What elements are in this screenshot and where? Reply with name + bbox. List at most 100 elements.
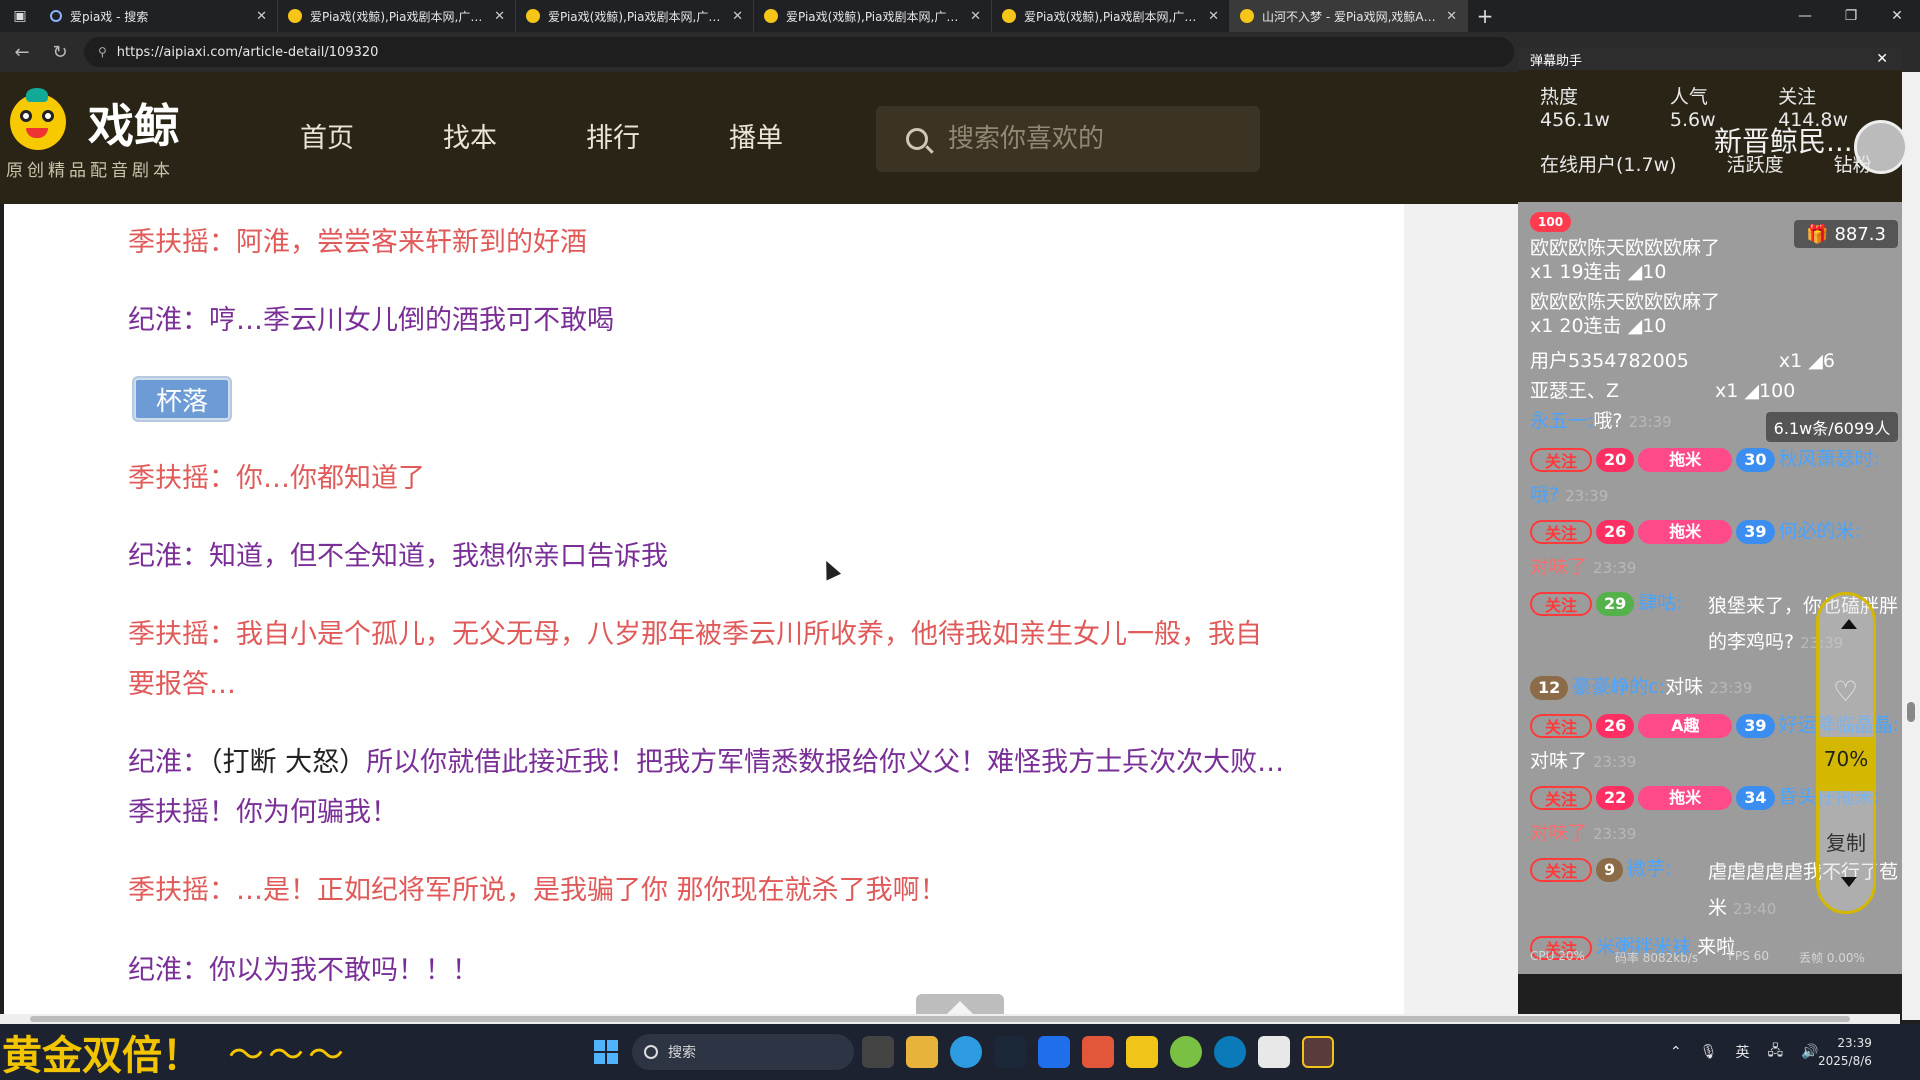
mascot-icon bbox=[764, 9, 778, 23]
diamond-fans-tab[interactable]: 钻粉 bbox=[1834, 150, 1872, 177]
gift-message: 欧欧欧陈天欧欧欧麻了 x1 19连击 ◢10 bbox=[1530, 237, 1721, 283]
opacity-percent: 70% bbox=[1823, 747, 1869, 771]
taskbar-apps bbox=[862, 1036, 1334, 1068]
edge-browser-icon[interactable] bbox=[950, 1036, 982, 1068]
ime-indicator[interactable]: 英 bbox=[1736, 1042, 1750, 1062]
script-line: 纪淮：哼…季云川女儿倒的酒我可不敢喝 bbox=[128, 305, 614, 336]
scroll-down-icon[interactable] bbox=[1841, 877, 1857, 887]
sound-effect-tag[interactable]: 杯落 bbox=[134, 378, 230, 420]
danmaku-feed: 100 欧欧欧陈天欧欧欧麻了 x1 19连击 ◢10 🎁 887.3 欧欧欧陈天欧欧… bbox=[1518, 202, 1902, 974]
nav-ranking[interactable]: 排行 bbox=[586, 116, 729, 155]
close-tab-icon[interactable]: ✕ bbox=[1208, 9, 1219, 24]
system-clock[interactable]: 23:39 2025/8/6 bbox=[1818, 1034, 1872, 1070]
mascot-icon bbox=[288, 9, 302, 23]
volume-icon[interactable]: 🔊 bbox=[1801, 1044, 1818, 1060]
app-icon[interactable] bbox=[1082, 1036, 1114, 1068]
hot-stat: 热度 456.1w bbox=[1540, 86, 1610, 131]
nav-find-script[interactable]: 找本 bbox=[443, 116, 586, 155]
new-tab-button[interactable]: + bbox=[1468, 0, 1502, 32]
danmaku-panel: 弹幕助手 ✕ 热度 456.1w 人气 5.6w 关注 414.8w 新晋鲸民.… bbox=[1518, 48, 1908, 974]
app-icon[interactable] bbox=[1214, 1036, 1246, 1068]
task-view-icon[interactable] bbox=[862, 1036, 894, 1068]
minimize-icon[interactable]: — bbox=[1782, 0, 1828, 32]
heart-icon[interactable]: ♡ bbox=[1833, 675, 1858, 708]
url-text: https://aipiaxi.com/article-detail/10932… bbox=[116, 44, 379, 60]
mascot-icon[interactable] bbox=[1126, 1036, 1158, 1068]
logo-subtitle: 原创精品配音剧本 bbox=[6, 161, 174, 181]
site-header: 戏鲸 原创精品配音剧本 首页 找本 排行 播单 bbox=[0, 72, 1518, 204]
bean-icon: ◢ bbox=[1627, 315, 1643, 337]
browser-tab-title: 爱pia戏 - 搜索 bbox=[70, 9, 149, 24]
back-icon[interactable]: ← bbox=[8, 42, 36, 63]
restore-icon[interactable]: ❐ bbox=[1828, 0, 1874, 32]
close-tab-icon[interactable]: ✕ bbox=[494, 9, 505, 24]
danmaku-scroll-control[interactable]: ♡ 70% 复制 bbox=[1816, 592, 1876, 914]
online-users[interactable]: 在线用户(1.7w) bbox=[1540, 150, 1677, 177]
search-icon[interactable] bbox=[906, 128, 928, 150]
browser-tab-title: 爱Pia戏(戏鲸),Pia戏剧本网,广播剧 bbox=[786, 9, 963, 24]
nav-playlist[interactable]: 播单 bbox=[729, 116, 872, 155]
site-search bbox=[876, 106, 1260, 172]
url-field[interactable]: ⚲ https://aipiaxi.com/article-detail/109… bbox=[84, 37, 1514, 67]
app-icon[interactable] bbox=[1038, 1036, 1070, 1068]
activity-tab[interactable]: 活跃度 bbox=[1727, 150, 1784, 177]
browser-tab[interactable]: 爱Pia戏(戏鲸),Pia戏剧本网,广播剧 ✕ bbox=[992, 0, 1230, 32]
main-nav: 首页 找本 排行 播单 bbox=[300, 116, 872, 155]
obs-icon[interactable] bbox=[1302, 1036, 1334, 1068]
mascot-logo-icon bbox=[6, 88, 76, 158]
scrollbar-thumb[interactable] bbox=[1907, 702, 1915, 722]
window-controls: — ❐ ✕ bbox=[1782, 0, 1920, 32]
close-tab-icon[interactable]: ✕ bbox=[1446, 9, 1457, 24]
copy-button[interactable]: 复制 bbox=[1819, 827, 1873, 856]
chat-message: 对味了 23:39 bbox=[1530, 556, 1637, 578]
stage-direction: （打断 大怒） bbox=[209, 747, 367, 778]
search-input[interactable] bbox=[948, 124, 1228, 154]
taskbar-search[interactable]: 搜索 bbox=[632, 1034, 854, 1070]
close-window-icon[interactable]: ✕ bbox=[1874, 0, 1920, 32]
browser-tab-title: 爱Pia戏(戏鲸),Pia戏剧本网,广播剧 bbox=[310, 9, 487, 24]
gift-icon: 🎁 bbox=[1806, 223, 1829, 245]
script-line: 纪淮：知道，但不全知道，我想你亲口告诉我 bbox=[128, 541, 668, 572]
bean-icon: ◢ bbox=[1808, 350, 1823, 372]
chat-message: 关注 26 拖米 39 何必的米: bbox=[1530, 516, 1861, 544]
close-tab-icon[interactable]: ✕ bbox=[732, 9, 743, 24]
browser-tab[interactable]: 爱Pia戏(戏鲸),Pia戏剧本网,广播剧 ✕ bbox=[754, 0, 992, 32]
gift-total[interactable]: 🎁 887.3 bbox=[1794, 220, 1898, 248]
site-logo[interactable]: 戏鲸 bbox=[6, 88, 180, 158]
file-explorer-icon[interactable] bbox=[906, 1036, 938, 1068]
search-icon bbox=[50, 10, 62, 22]
search-icon bbox=[644, 1045, 658, 1059]
taskbar: 黄金双倍！ ～～～ 搜索 ⌃ 🎙 英 🖧 🔊 23:39 2025/8/6 bbox=[0, 1024, 1920, 1080]
browser-tab[interactable]: 爱pia戏 - 搜索 ✕ bbox=[40, 0, 278, 32]
script-line: 季扶摇：我自小是个孤儿，无父无母，八岁那年被季云川所收养，他待我如亲生女儿一般，… bbox=[128, 619, 1262, 700]
app-icon[interactable] bbox=[1170, 1036, 1202, 1068]
script-line: 纪淮：（打断 大怒）所以你就借此接近我！把我方军情悉数报给你义父！难怪我方士兵次… bbox=[128, 747, 1285, 828]
horizontal-scrollbar[interactable] bbox=[0, 1014, 1900, 1024]
browser-tab-title: 爱Pia戏(戏鲸),Pia戏剧本网,广播剧 bbox=[548, 9, 725, 24]
network-icon[interactable]: 🖧 bbox=[1768, 1040, 1784, 1064]
close-tab-icon[interactable]: ✕ bbox=[256, 9, 267, 24]
refresh-icon[interactable]: ↻ bbox=[46, 42, 74, 63]
windows-start-icon[interactable] bbox=[594, 1040, 618, 1064]
scrollbar-thumb[interactable] bbox=[30, 1016, 1850, 1022]
steam-icon[interactable] bbox=[994, 1036, 1026, 1068]
tab-actions-icon[interactable]: ▣ bbox=[0, 0, 40, 32]
browser-tab[interactable]: 爱Pia戏(戏鲸),Pia戏剧本网,广播剧 ✕ bbox=[278, 0, 516, 32]
chat-message: 关注 29 肆咕: bbox=[1530, 588, 1683, 616]
microphone-icon[interactable]: 🎙 bbox=[1700, 1044, 1718, 1060]
close-tab-icon[interactable]: ✕ bbox=[970, 9, 981, 24]
browser-tab-active[interactable]: 山河不入梦 - 爱Pia戏网,戏鲸App, ✕ bbox=[1230, 0, 1468, 32]
chat-message: 关注 9 微芋: bbox=[1530, 854, 1672, 882]
nav-home[interactable]: 首页 bbox=[300, 116, 443, 155]
site-info-icon[interactable]: ⚲ bbox=[98, 45, 107, 59]
qq-icon[interactable] bbox=[1258, 1036, 1290, 1068]
top-badge: 100 bbox=[1530, 211, 1572, 232]
chevron-up-icon[interactable]: ⌃ bbox=[1670, 1044, 1682, 1060]
chat-message: 永五一:哦? 23:39 bbox=[1530, 410, 1672, 432]
chat-message: 关注 20 拖米 30 秋风萧瑟时: bbox=[1530, 444, 1880, 472]
script-content: 季扶摇：阿淮，尝尝客来轩新到的好酒 纪淮：哼…季云川女儿倒的酒我可不敢喝 季扶摇… bbox=[4, 204, 1404, 1020]
close-icon[interactable]: ✕ bbox=[1876, 51, 1888, 67]
scroll-up-icon[interactable] bbox=[1841, 619, 1857, 629]
vertical-scrollbar[interactable] bbox=[1902, 72, 1920, 1020]
browser-tab[interactable]: 爱Pia戏(戏鲸),Pia戏剧本网,广播剧 ✕ bbox=[516, 0, 754, 32]
